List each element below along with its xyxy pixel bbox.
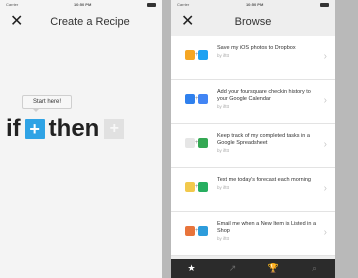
trophy-icon[interactable]: 🏆 bbox=[264, 263, 284, 274]
chevron-right-icon: › bbox=[323, 183, 327, 194]
channel-icons: + bbox=[185, 138, 209, 152]
tab-bar: ★ ↗ 🏆 ⌕ bbox=[171, 259, 335, 278]
battery-icon bbox=[319, 2, 329, 7]
recipe-author: by ifttt bbox=[217, 104, 230, 109]
recipe-title: Save my iOS photos to Dropbox bbox=[217, 45, 296, 51]
status-time: 10:50 PM bbox=[245, 2, 264, 7]
search-icon[interactable]: ⌕ bbox=[305, 263, 325, 274]
recipe-builder: if + then + bbox=[6, 114, 125, 144]
chevron-right-icon: › bbox=[323, 139, 327, 150]
status-bar: Carrier 10:50 PM bbox=[0, 0, 162, 9]
recipe-title: Email me when a New Item is Listed in a … bbox=[217, 221, 317, 234]
navigation-bar: ✕ Browse bbox=[171, 9, 335, 35]
recipe-author: by ifttt bbox=[217, 185, 230, 190]
list-item[interactable]: + Add your foursquare checkin history to… bbox=[171, 80, 335, 124]
recipe-title: Text me today's forecast each morning bbox=[217, 177, 311, 183]
recipe-author: by ifttt bbox=[217, 236, 230, 241]
create-recipe-screen: Carrier 10:50 PM ✕ Create a Recipe Start… bbox=[0, 0, 162, 278]
channel-icons: + bbox=[185, 94, 209, 108]
recipe-title: Keep track of my completed tasks in a Go… bbox=[217, 133, 310, 146]
then-label: then bbox=[48, 115, 100, 142]
start-here-tooltip: Start here! bbox=[22, 95, 72, 109]
status-time: 10:50 PM bbox=[73, 2, 92, 7]
action-channel-icon bbox=[198, 182, 208, 192]
action-channel-icon bbox=[198, 226, 208, 236]
if-label: if bbox=[6, 115, 21, 142]
list-item[interactable]: + Keep track of my completed tasks in a … bbox=[171, 124, 335, 168]
carrier-label: Carrier bbox=[6, 2, 19, 7]
carrier-label: Carrier bbox=[177, 2, 190, 7]
trigger-channel-icon bbox=[185, 226, 195, 236]
recipe-author: by ifttt bbox=[217, 53, 230, 58]
action-channel-icon bbox=[198, 50, 208, 60]
recipe-title: Add your foursquare checkin history to y… bbox=[217, 89, 311, 102]
browse-screen: Carrier 10:50 PM ✕ Browse + Save my iOS … bbox=[171, 0, 335, 278]
add-action-button[interactable]: + bbox=[104, 119, 125, 139]
page-title: Create a Recipe bbox=[50, 16, 130, 28]
navigation-bar: ✕ Create a Recipe bbox=[0, 9, 162, 35]
action-channel-icon bbox=[198, 94, 208, 104]
list-item[interactable]: + Text me today's forecast each morning … bbox=[171, 168, 335, 212]
chevron-right-icon: › bbox=[323, 51, 327, 62]
channel-icons: + bbox=[185, 226, 209, 240]
page-title: Browse bbox=[234, 16, 272, 28]
chart-icon[interactable]: ↗ bbox=[223, 263, 243, 274]
trigger-channel-icon bbox=[185, 50, 195, 60]
chevron-right-icon: › bbox=[323, 227, 327, 238]
action-channel-icon bbox=[198, 138, 208, 148]
recipe-author: by ifttt bbox=[217, 148, 230, 153]
trigger-channel-icon bbox=[185, 94, 195, 104]
channel-icons: + bbox=[185, 182, 209, 196]
battery-icon bbox=[146, 2, 156, 7]
status-bar: Carrier 10:50 PM bbox=[171, 0, 335, 9]
list-item[interactable]: + Save my iOS photos to Dropbox by ifttt… bbox=[171, 36, 335, 80]
chevron-right-icon: › bbox=[323, 95, 327, 106]
add-trigger-button[interactable]: + bbox=[24, 119, 45, 139]
recipe-list: + Save my iOS photos to Dropbox by ifttt… bbox=[171, 36, 335, 259]
trigger-channel-icon bbox=[185, 182, 195, 192]
list-item[interactable]: + Email me when a New Item is Listed in … bbox=[171, 212, 335, 256]
channel-icons: + bbox=[185, 50, 209, 64]
close-icon[interactable]: ✕ bbox=[181, 13, 194, 31]
tooltip-pointer bbox=[32, 108, 40, 112]
close-icon[interactable]: ✕ bbox=[10, 13, 23, 31]
trigger-channel-icon bbox=[185, 138, 195, 148]
star-icon[interactable]: ★ bbox=[182, 263, 202, 274]
